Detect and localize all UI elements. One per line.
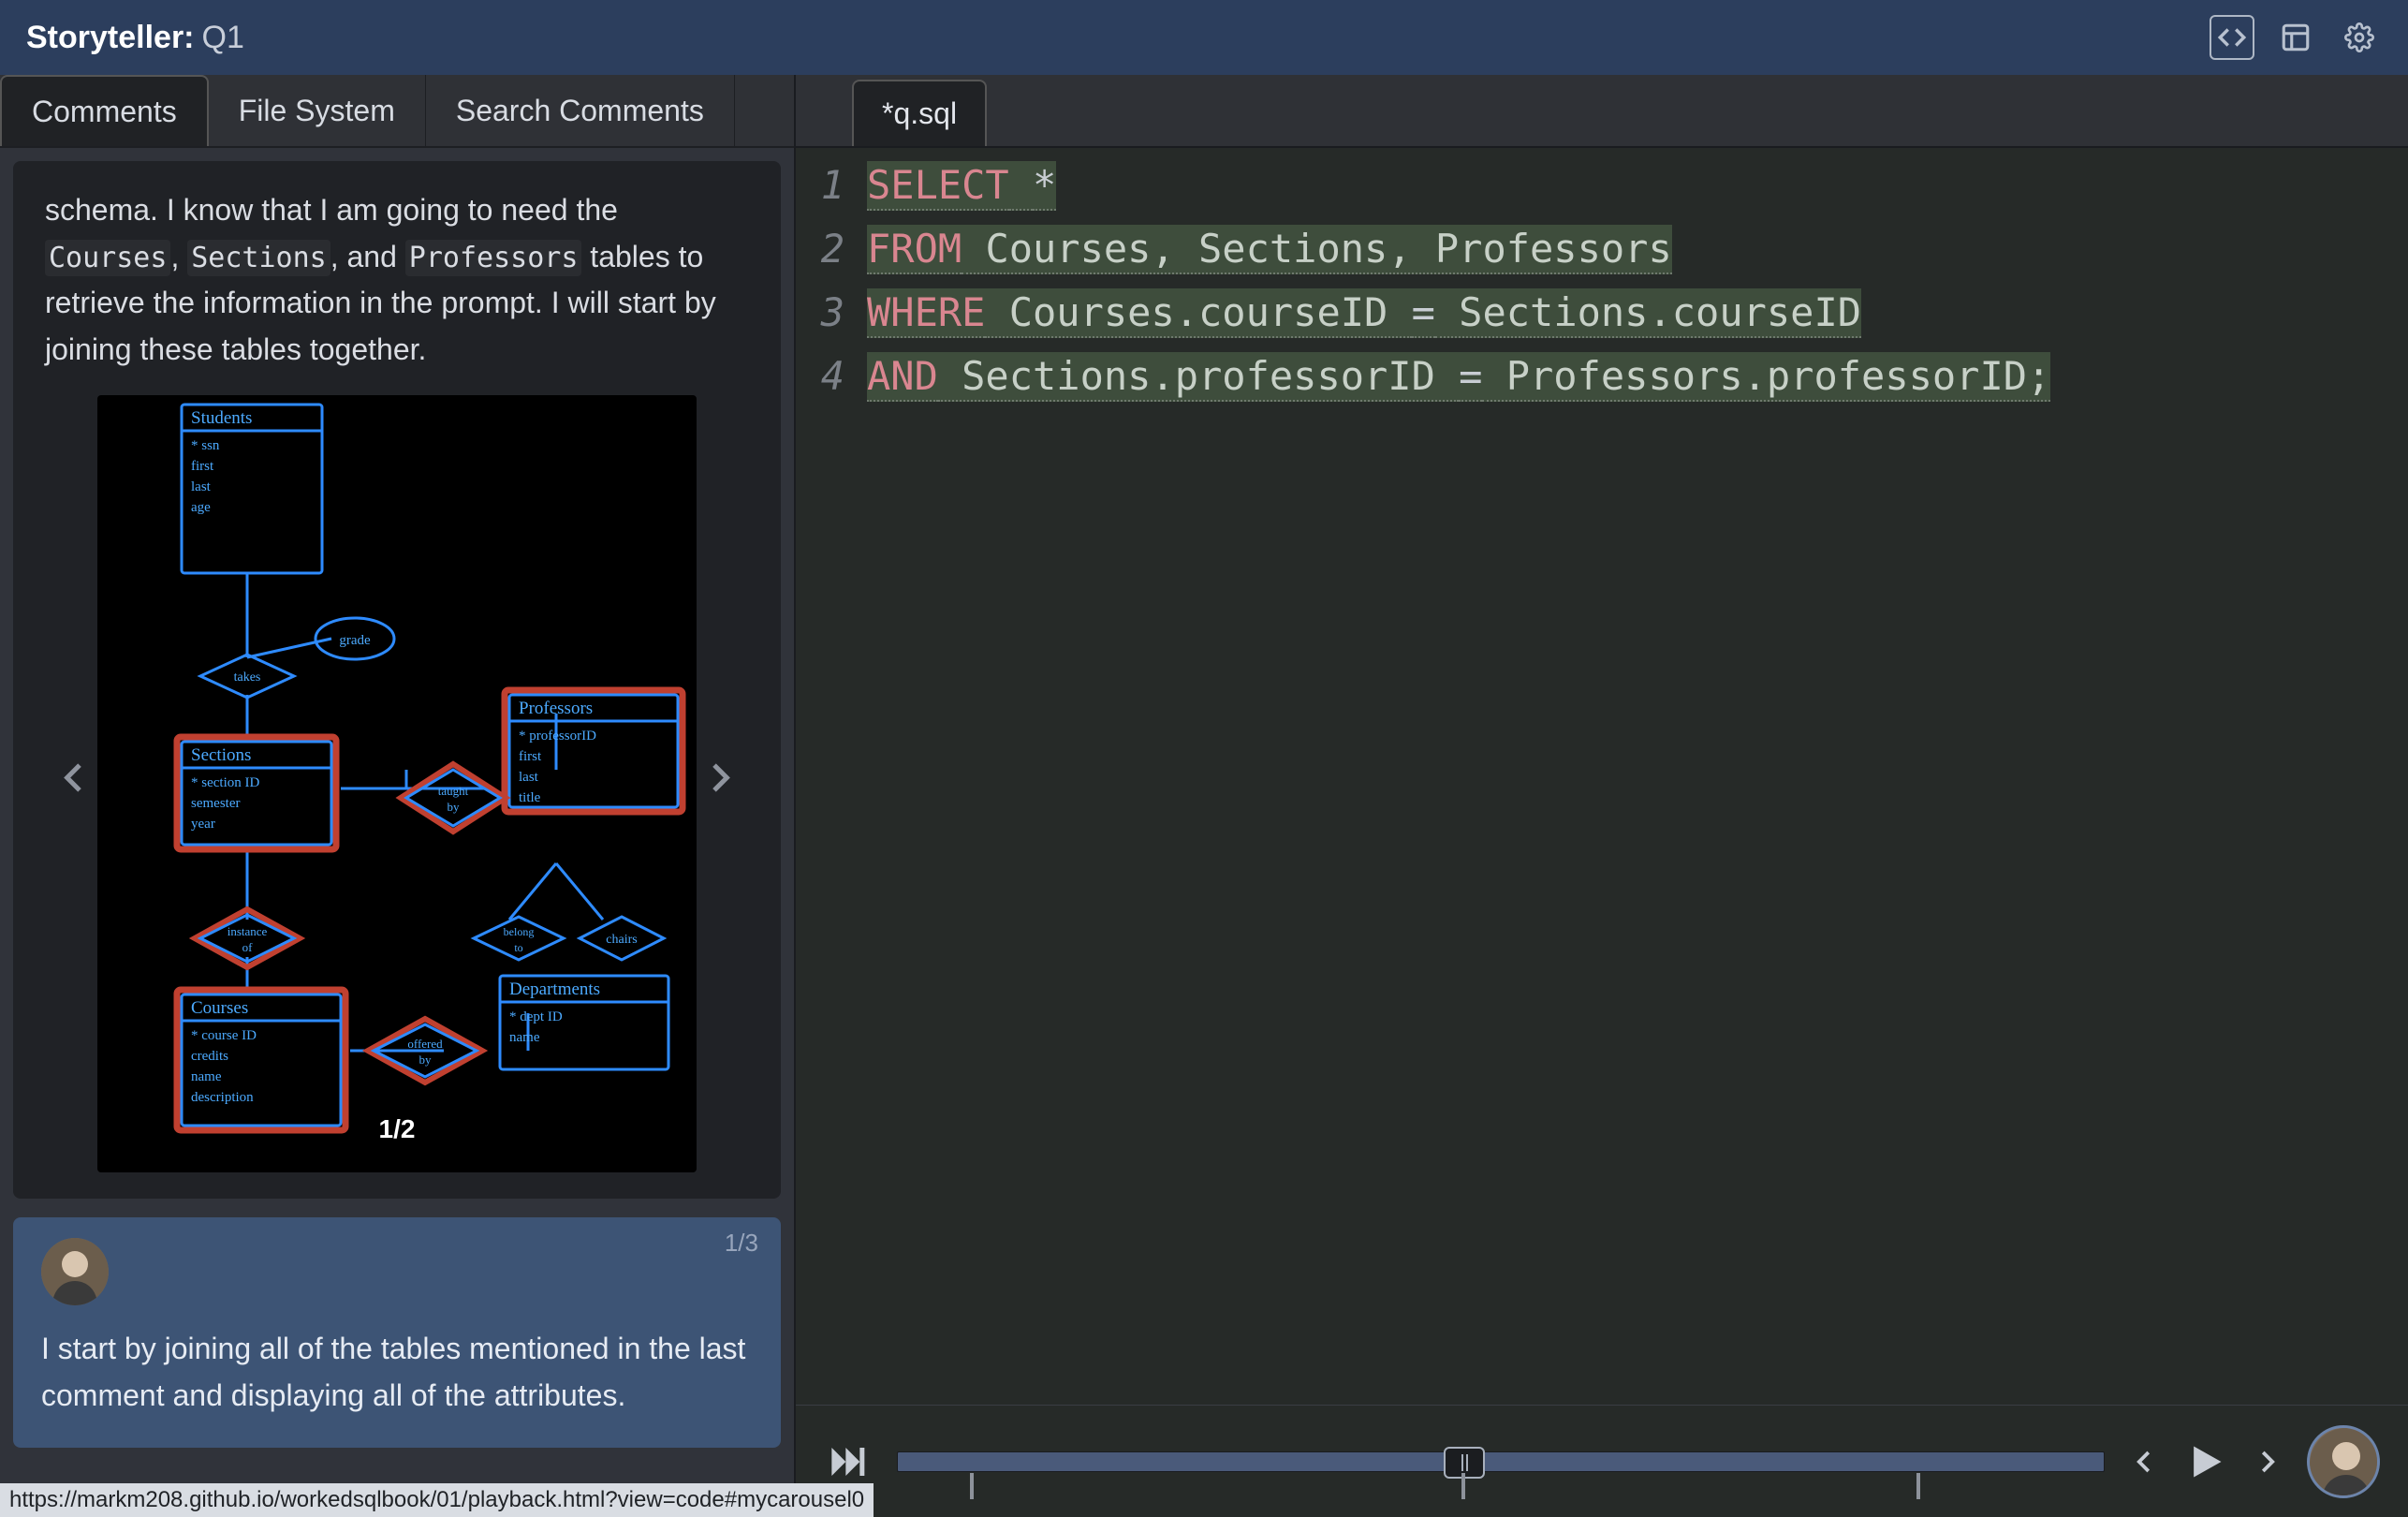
svg-text:takes: takes	[234, 670, 261, 685]
svg-text:name: name	[509, 1030, 540, 1045]
svg-text:Courses: Courses	[191, 998, 248, 1018]
svg-text:* course ID: * course ID	[191, 1028, 257, 1043]
svg-text:first: first	[191, 459, 214, 474]
file-tabs: *q.sql	[796, 75, 2408, 148]
progress-track[interactable]	[897, 1451, 2105, 1472]
app-title: Storyteller:	[26, 20, 195, 56]
svg-text:* section ID: * section ID	[191, 775, 259, 790]
svg-text:age: age	[191, 500, 211, 515]
svg-text:semester: semester	[191, 796, 240, 811]
svg-text:belong: belong	[504, 925, 535, 938]
svg-text:description: description	[191, 1090, 254, 1105]
code-content: SELECT *FROM Courses, Sections, Professo…	[854, 154, 2050, 1405]
app-header: Storyteller: Q1	[0, 0, 2408, 75]
svg-text:by: by	[419, 1053, 433, 1067]
progress-ticks	[935, 1473, 2104, 1501]
svg-text:Professors: Professors	[519, 699, 593, 718]
svg-text:offered: offered	[407, 1037, 443, 1051]
svg-text:of: of	[242, 940, 254, 954]
comment-card: schema. I know that I am going to need t…	[13, 161, 781, 1199]
line-gutter: 1234	[796, 154, 854, 1405]
playback-bar	[796, 1405, 2408, 1517]
svg-text:Departments: Departments	[509, 979, 600, 999]
svg-text:to: to	[514, 941, 522, 954]
status-url: https://markm208.github.io/workedsqlbook…	[0, 1483, 874, 1517]
step-forward-icon[interactable]	[2253, 1443, 2281, 1480]
comment-text: schema. I know that I am going to need t…	[45, 187, 749, 373]
step-back-icon[interactable]	[2131, 1443, 2159, 1480]
comment-card-active[interactable]: 1/3 I start by joining all of the tables…	[13, 1217, 781, 1447]
file-tab[interactable]: *q.sql	[852, 80, 987, 146]
comment-counter: 1/3	[725, 1229, 758, 1258]
left-panel: Comments File System Search Comments sch…	[0, 75, 796, 1517]
carousel-prev-icon[interactable]	[47, 743, 103, 826]
svg-text:title: title	[519, 790, 541, 805]
svg-text:grade: grade	[339, 633, 371, 648]
svg-text:* ssn: * ssn	[191, 438, 220, 453]
svg-text:year: year	[191, 817, 215, 832]
svg-text:Students: Students	[191, 408, 252, 428]
author-avatar[interactable]	[2307, 1425, 2380, 1498]
svg-text:instance: instance	[228, 924, 268, 938]
code-view-icon[interactable]	[2210, 15, 2254, 60]
tab-comments[interactable]: Comments	[0, 75, 209, 146]
svg-text:last: last	[191, 479, 212, 494]
svg-text:name: name	[191, 1069, 222, 1084]
left-tabs: Comments File System Search Comments	[0, 75, 794, 148]
svg-text:credits: credits	[191, 1049, 228, 1064]
carousel-pager: 1/2	[379, 1114, 416, 1144]
svg-text:chairs: chairs	[606, 933, 637, 947]
header-toolbar	[2210, 15, 2382, 60]
code-editor[interactable]: 1234 SELECT *FROM Courses, Sections, Pro…	[796, 148, 2408, 1405]
svg-text:Sections: Sections	[191, 745, 251, 765]
skip-forward-icon[interactable]	[824, 1443, 871, 1480]
editor-panel: *q.sql 1234 SELECT *FROM Courses, Sectio…	[796, 75, 2408, 1517]
tab-filesystem[interactable]: File System	[209, 75, 426, 146]
blog-view-icon[interactable]	[2273, 15, 2318, 60]
play-icon[interactable]	[2185, 1441, 2226, 1482]
svg-text:first: first	[519, 749, 542, 764]
svg-text:last: last	[519, 770, 539, 785]
comment-text: I start by joining all of the tables men…	[41, 1326, 753, 1419]
tab-search[interactable]: Search Comments	[426, 75, 735, 146]
svg-text:* dept ID: * dept ID	[509, 1009, 563, 1024]
svg-text:* professorID: * professorID	[519, 729, 596, 744]
gear-icon[interactable]	[2337, 15, 2382, 60]
comments-list: schema. I know that I am going to need t…	[0, 148, 794, 1517]
app-subtitle: Q1	[202, 20, 244, 56]
svg-text:taught: taught	[438, 784, 469, 798]
svg-text:by: by	[448, 800, 461, 814]
avatar	[41, 1238, 109, 1305]
er-diagram-image[interactable]: Students * ssn first last age Sections * secti…	[97, 395, 697, 1172]
carousel-next-icon[interactable]	[691, 743, 747, 826]
